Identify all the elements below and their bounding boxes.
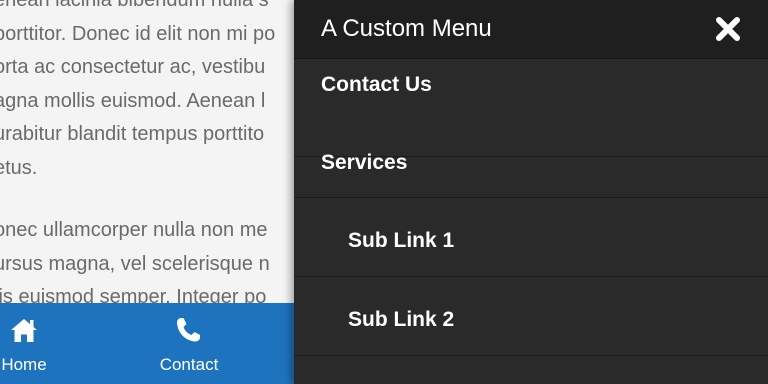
menu-item-label: Sub Link 1 [348, 229, 455, 252]
side-menu: A Custom Menu Contact Us Services Sub Li… [294, 0, 768, 384]
paragraph-line: onec ullamcorper nulla non me [0, 219, 268, 241]
menu-item-sub-link-1[interactable]: Sub Link 1 [294, 198, 768, 277]
paragraph-line: orta ac consectetur ac, vestibu [0, 56, 266, 78]
menu-item-label: Contact Us [321, 73, 432, 96]
nav-contact-label: Contact [159, 355, 219, 374]
content-paragraph: onec ullamcorper nulla non me ursus magn… [0, 214, 270, 315]
menu-header: A Custom Menu [294, 0, 768, 59]
paragraph-line: enean lacinia bibendum nulla s [0, 0, 269, 11]
paragraph-line: urabitur blandit tempus porttito [0, 123, 265, 145]
paragraph-line: etus. [0, 156, 38, 179]
phone-icon [177, 318, 200, 342]
app-screen: enean lacinia bibendum nulla s porttitor… [0, 0, 768, 384]
content-paragraph: enean lacinia bibendum nulla s porttitor… [0, 0, 275, 185]
nav-home-label: Home [1, 355, 47, 374]
menu-item-services[interactable]: Services [294, 119, 768, 198]
nav-home-button[interactable]: Home [0, 303, 48, 384]
home-icon [11, 319, 37, 342]
menu-item-label: Services [321, 151, 408, 174]
paragraph-line: porttitor. Donec id elit non mi po [0, 22, 276, 45]
nav-contact-button[interactable]: Contact [152, 303, 226, 384]
menu-item-sub-link-2[interactable]: Sub Link 2 [294, 277, 768, 356]
bottom-nav-bar: Home Contact [0, 303, 294, 384]
paragraph-line: ursus magna, vel scelerisque n [0, 252, 270, 275]
menu-title: A Custom Menu [321, 15, 492, 42]
menu-list: Contact Us Services Sub Link 1 Sub Link … [294, 73, 768, 356]
paragraph-line: agna mollis euismod. Aenean l [0, 89, 266, 112]
menu-item-label: Sub Link 2 [348, 308, 455, 331]
close-icon[interactable] [713, 14, 743, 44]
